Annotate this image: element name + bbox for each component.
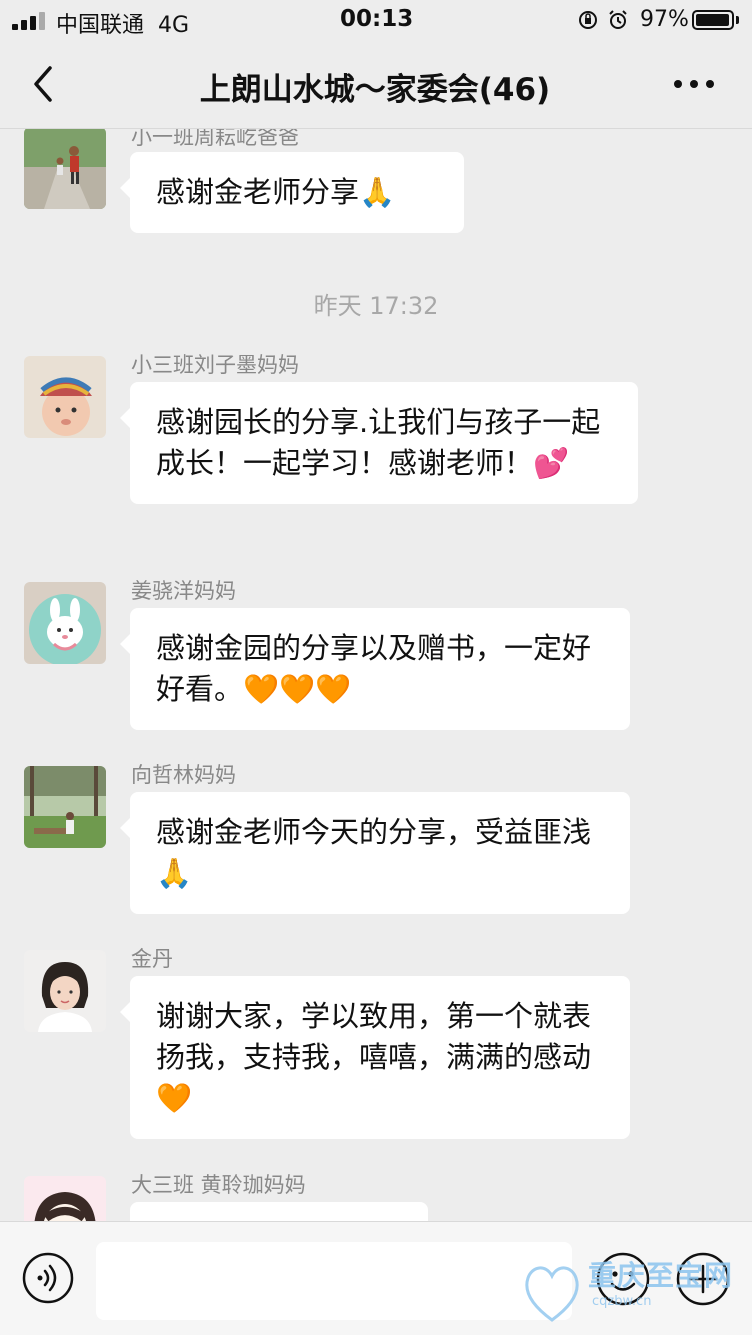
sender-name: 向哲林妈妈 [131, 763, 236, 787]
avatar[interactable] [24, 129, 106, 209]
message-bubble[interactable]: 谢谢大家，学以致用，第一个就表扬我，支持我，嘻嘻，满满的感动🧡 [120, 976, 630, 1139]
signal-strength-icon [12, 12, 48, 30]
battery-icon [692, 10, 734, 30]
pray-emoji: 🙏 [359, 175, 396, 209]
message-bubble[interactable] [130, 1202, 428, 1221]
message-input[interactable] [96, 1242, 572, 1320]
alarm-icon [609, 10, 627, 29]
message-bubble[interactable]: 感谢园长的分享.让我们与孩子一起成长！一起学习！感谢老师！💕 [120, 382, 638, 504]
status-time: 00:13 [340, 6, 414, 32]
watermark-heart-icon [525, 1266, 579, 1322]
orange-hearts-emoji: 🧡🧡🧡 [243, 672, 352, 706]
sender-name: 大三班 黄聆珈妈妈 [131, 1173, 306, 1197]
time-divider: 昨天 17:32 [313, 292, 439, 320]
avatar[interactable] [24, 950, 106, 1032]
battery-percent: 97% [640, 7, 689, 32]
avatar[interactable] [24, 1176, 106, 1221]
carrier-label: 中国联通 4G [56, 13, 190, 38]
avatar[interactable] [24, 582, 106, 664]
sender-name: 金丹 [131, 947, 173, 971]
sender-name: 姜骁洋妈妈 [131, 579, 236, 603]
status-bar: 中国联通 4G 00:13 97% [0, 0, 752, 40]
watermark-subtext: cqzbw.cn [592, 1294, 652, 1309]
voice-icon[interactable] [22, 1252, 74, 1304]
chat-title: 上朗山水城～家委会(46) [199, 72, 551, 108]
sender-name: 小三班刘子墨妈妈 [131, 353, 299, 377]
sender-name: 小一班周耘屹爸爸 [131, 129, 299, 149]
more-dots-icon[interactable] [664, 66, 724, 102]
avatar[interactable] [24, 356, 106, 438]
message-bubble[interactable]: 感谢金园的分享以及赠书，一定好好看。🧡🧡🧡 [120, 608, 630, 730]
rotation-lock-icon [579, 11, 597, 29]
message-bubble[interactable]: 感谢金老师分享🙏 [120, 152, 464, 233]
watermark-logo: 重庆至宝网 cqzbw.cn [518, 1246, 750, 1332]
pray-emoji: 🙏 [156, 856, 193, 890]
watermark-text: 重庆至宝网 [588, 1259, 734, 1292]
orange-heart-emoji: 🧡 [156, 1081, 193, 1115]
chevron-left-icon[interactable] [26, 62, 62, 106]
two-hearts-emoji: 💕 [533, 446, 570, 480]
nav-bar: 上朗山水城～家委会(46) [0, 40, 752, 129]
chat-messages: 小一班周耘屹爸爸 感谢金老师分享🙏 昨天 17:32 小三班刘子墨妈妈 感谢园长… [0, 129, 752, 1221]
message-bubble[interactable]: 感谢金老师今天的分享，受益匪浅🙏 [120, 792, 630, 914]
avatar[interactable] [24, 766, 106, 848]
